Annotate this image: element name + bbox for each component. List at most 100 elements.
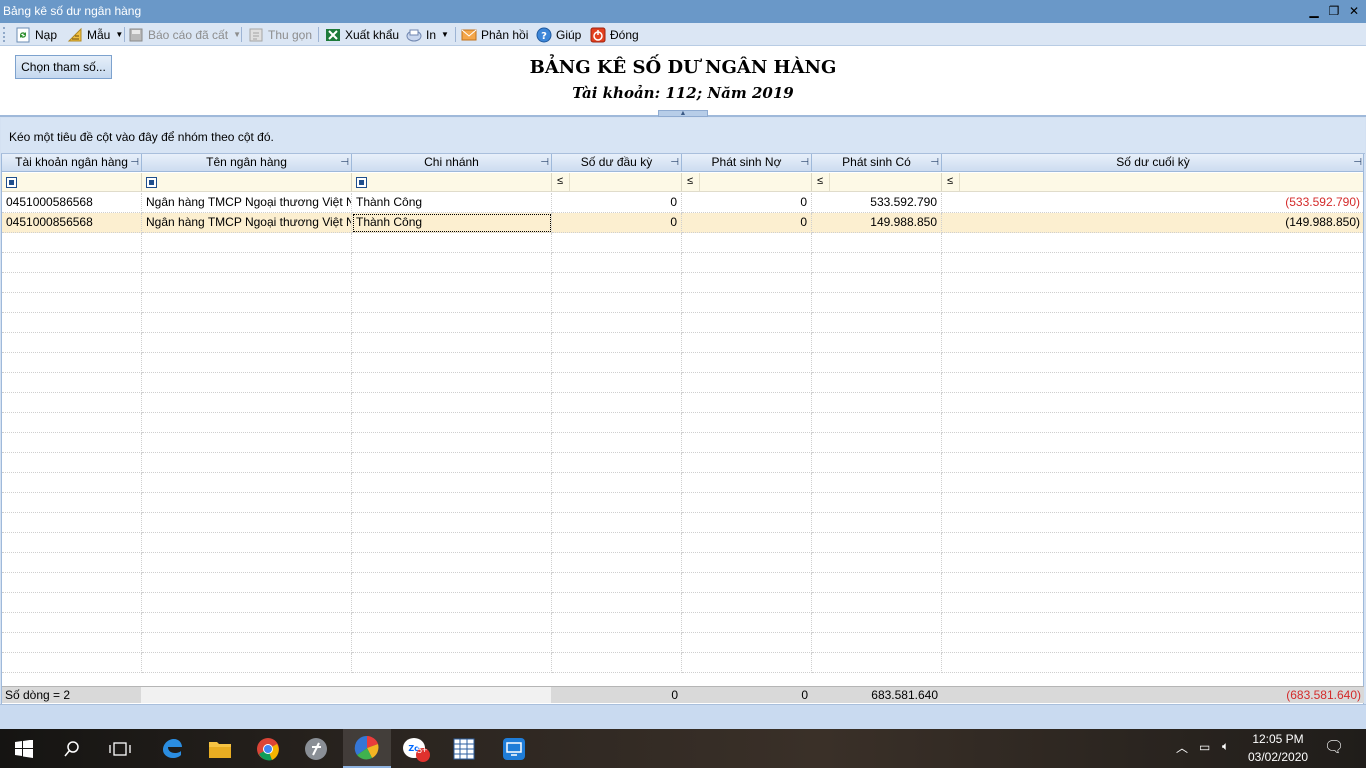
empty-cell[interactable] — [682, 413, 812, 433]
empty-cell[interactable] — [942, 373, 1363, 393]
column-header-account[interactable]: Tài khoản ngân hàng ⊣ — [2, 154, 142, 172]
empty-cell[interactable] — [552, 433, 682, 453]
empty-cell[interactable] — [552, 333, 682, 353]
column-header-branch[interactable]: Chi nhánh ⊣ — [352, 154, 552, 172]
empty-cell[interactable] — [812, 453, 942, 473]
export-button[interactable]: Xuất khẩu — [325, 26, 399, 43]
empty-cell[interactable] — [142, 553, 352, 573]
empty-cell[interactable] — [942, 333, 1363, 353]
empty-cell[interactable] — [142, 313, 352, 333]
empty-cell[interactable] — [2, 573, 142, 593]
task-view-button[interactable] — [96, 729, 144, 768]
empty-cell[interactable] — [682, 433, 812, 453]
taskbar-misa-app[interactable] — [292, 729, 340, 768]
empty-cell[interactable] — [682, 293, 812, 313]
empty-cell[interactable] — [352, 273, 552, 293]
empty-cell[interactable] — [352, 633, 552, 653]
empty-cell[interactable] — [942, 253, 1363, 273]
notification-icon[interactable]: 🗨︎ — [1324, 737, 1344, 757]
empty-cell[interactable] — [942, 313, 1363, 333]
empty-cell[interactable] — [2, 453, 142, 473]
empty-cell[interactable] — [2, 273, 142, 293]
empty-cell[interactable] — [812, 433, 942, 453]
collapse-button[interactable]: Thu gọn — [248, 26, 312, 43]
filter-input[interactable] — [569, 173, 681, 191]
template-dropdown-button[interactable]: Mẫu ▼ — [67, 26, 123, 43]
cell-closing-balance[interactable]: (533.592.790) — [942, 193, 1363, 213]
empty-cell[interactable] — [352, 373, 552, 393]
cell-credit[interactable]: 533.592.790 — [812, 193, 942, 213]
empty-cell[interactable] — [812, 253, 942, 273]
empty-cell[interactable] — [142, 493, 352, 513]
cell-opening-balance[interactable]: 0 — [552, 193, 682, 213]
empty-cell[interactable] — [552, 593, 682, 613]
empty-cell[interactable] — [682, 393, 812, 413]
empty-cell[interactable] — [352, 533, 552, 553]
empty-cell[interactable] — [942, 573, 1363, 593]
taskbar-accounting-app-active[interactable] — [343, 729, 391, 768]
empty-cell[interactable] — [352, 233, 552, 253]
empty-cell[interactable] — [942, 453, 1363, 473]
empty-cell[interactable] — [2, 533, 142, 553]
empty-cell[interactable] — [812, 293, 942, 313]
filter-operator[interactable]: ≤ — [947, 175, 953, 187]
empty-cell[interactable] — [142, 473, 352, 493]
empty-cell[interactable] — [352, 613, 552, 633]
filter-checkbox[interactable] — [6, 177, 17, 188]
empty-cell[interactable] — [2, 493, 142, 513]
filter-operator[interactable]: ≤ — [557, 175, 563, 187]
empty-cell[interactable] — [552, 253, 682, 273]
empty-cell[interactable] — [352, 453, 552, 473]
column-header-bank-name[interactable]: Tên ngân hàng ⊣ — [142, 154, 352, 172]
empty-cell[interactable] — [812, 553, 942, 573]
empty-cell[interactable] — [2, 633, 142, 653]
empty-cell[interactable] — [812, 633, 942, 653]
empty-cell[interactable] — [682, 233, 812, 253]
empty-cell[interactable] — [2, 253, 142, 273]
cell-account[interactable]: 0451000586568 — [2, 193, 142, 213]
column-header-debit[interactable]: Phát sinh Nợ ⊣ — [682, 154, 812, 172]
empty-cell[interactable] — [682, 273, 812, 293]
empty-cell[interactable] — [812, 473, 942, 493]
clock-date[interactable]: 03/02/2020 — [1248, 750, 1308, 764]
empty-cell[interactable] — [142, 573, 352, 593]
empty-cell[interactable] — [142, 613, 352, 633]
pin-icon[interactable]: ⊣ — [340, 154, 349, 171]
filter-checkbox[interactable] — [356, 177, 367, 188]
empty-cell[interactable] — [2, 593, 142, 613]
filter-operator[interactable]: ≤ — [817, 175, 823, 187]
empty-cell[interactable] — [2, 413, 142, 433]
show-hidden-icons[interactable]: ︿ — [1176, 739, 1188, 756]
column-header-credit[interactable]: Phát sinh Có ⊣ — [812, 154, 942, 172]
empty-cell[interactable] — [812, 653, 942, 673]
empty-cell[interactable] — [142, 393, 352, 413]
empty-cell[interactable] — [552, 273, 682, 293]
battery-icon[interactable]: ▭ — [1199, 740, 1210, 754]
empty-cell[interactable] — [942, 493, 1363, 513]
taskbar-chrome[interactable] — [244, 729, 292, 768]
empty-cell[interactable] — [142, 273, 352, 293]
filter-cell-branch[interactable] — [352, 173, 552, 192]
empty-cell[interactable] — [142, 253, 352, 273]
saved-reports-button[interactable]: Báo cáo đã cất ▼ — [128, 26, 241, 43]
empty-cell[interactable] — [552, 633, 682, 653]
empty-cell[interactable] — [142, 513, 352, 533]
empty-cell[interactable] — [142, 633, 352, 653]
empty-cell[interactable] — [552, 353, 682, 373]
empty-cell[interactable] — [682, 513, 812, 533]
filter-input[interactable] — [959, 173, 1363, 191]
help-button[interactable]: ? Giúp — [536, 26, 581, 43]
empty-cell[interactable] — [682, 613, 812, 633]
filter-input[interactable] — [829, 173, 941, 191]
empty-cell[interactable] — [812, 313, 942, 333]
empty-cell[interactable] — [552, 373, 682, 393]
empty-cell[interactable] — [552, 553, 682, 573]
empty-cell[interactable] — [682, 493, 812, 513]
filter-cell-credit[interactable]: ≤ — [812, 173, 942, 192]
empty-cell[interactable] — [942, 393, 1363, 413]
empty-cell[interactable] — [942, 653, 1363, 673]
empty-cell[interactable] — [812, 413, 942, 433]
empty-cell[interactable] — [352, 353, 552, 373]
empty-cell[interactable] — [682, 313, 812, 333]
empty-cell[interactable] — [812, 273, 942, 293]
